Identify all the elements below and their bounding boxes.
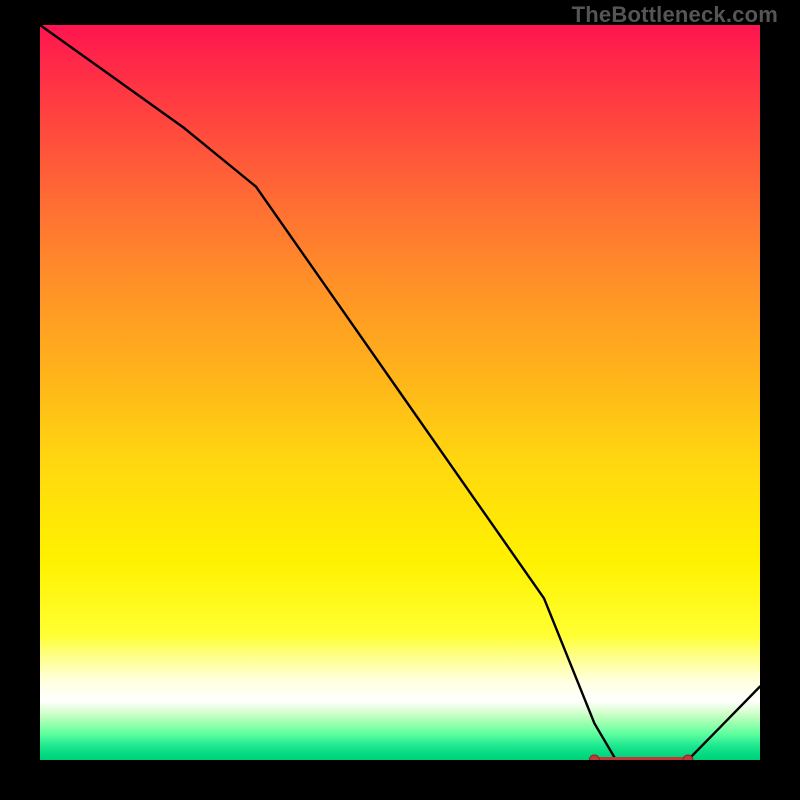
optimal-start-marker [589, 755, 599, 760]
line-chart-svg [40, 25, 760, 760]
watermark-text: TheBottleneck.com [572, 2, 778, 28]
plot-area [40, 25, 760, 760]
bottleneck-line [40, 25, 760, 760]
